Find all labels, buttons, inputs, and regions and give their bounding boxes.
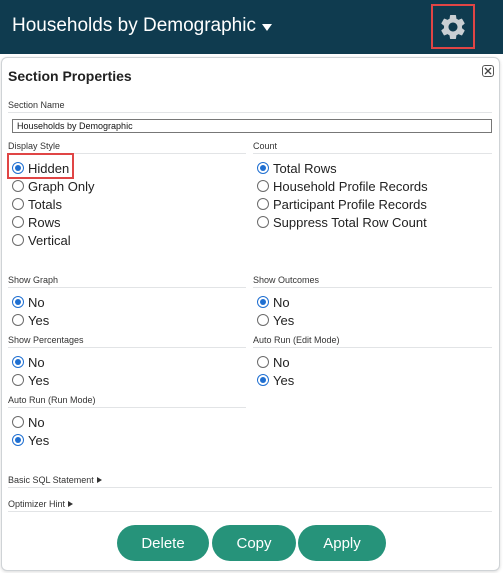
auto-run-run-yes[interactable]: Yes [12, 431, 49, 449]
close-icon [484, 67, 492, 75]
radio[interactable] [12, 234, 24, 246]
auto-run-edit-no[interactable]: No [257, 353, 290, 371]
display-style-label: Display Style [8, 141, 61, 151]
display-style-hidden[interactable]: Hidden [12, 159, 69, 177]
divider [8, 511, 492, 512]
divider [8, 112, 492, 113]
count-label: Count [253, 141, 278, 151]
radio-checked[interactable] [257, 296, 269, 308]
auto-run-run-label: Auto Run (Run Mode) [8, 395, 96, 405]
divider [253, 153, 492, 154]
show-percentages-no[interactable]: No [12, 353, 45, 371]
radio[interactable] [12, 416, 24, 428]
radio[interactable] [257, 314, 269, 326]
radio-checked[interactable] [12, 162, 24, 174]
display-style-totals[interactable]: Totals [12, 195, 62, 213]
radio[interactable] [257, 216, 269, 228]
auto-run-edit-label: Auto Run (Edit Mode) [253, 335, 340, 345]
radio[interactable] [257, 356, 269, 368]
copy-button[interactable]: Copy [212, 525, 296, 561]
triangle-right-icon [68, 501, 74, 507]
radio-checked[interactable] [12, 356, 24, 368]
divider [253, 287, 492, 288]
show-percentages-label: Show Percentages [8, 335, 84, 345]
divider [8, 287, 246, 288]
close-button[interactable] [482, 65, 494, 77]
radio-checked[interactable] [257, 374, 269, 386]
radio-checked[interactable] [12, 434, 24, 446]
display-style-graph-only[interactable]: Graph Only [12, 177, 94, 195]
display-style-rows[interactable]: Rows [12, 213, 61, 231]
section-properties-panel: Section Properties Section Name Display … [1, 57, 500, 571]
count-total-rows[interactable]: Total Rows [257, 159, 337, 177]
divider [8, 347, 246, 348]
show-graph-yes[interactable]: Yes [12, 311, 49, 329]
triangle-right-icon [96, 477, 102, 483]
show-graph-no[interactable]: No [12, 293, 45, 311]
display-style-vertical[interactable]: Vertical [12, 231, 71, 249]
optimizer-hint-toggle[interactable]: Optimizer Hint [8, 499, 74, 509]
panel-title: Section Properties [8, 68, 132, 84]
basic-sql-toggle[interactable]: Basic SQL Statement [8, 475, 102, 485]
radio[interactable] [12, 374, 24, 386]
gear-icon [441, 14, 465, 39]
radio[interactable] [12, 216, 24, 228]
apply-button[interactable]: Apply [298, 525, 386, 561]
radio[interactable] [257, 198, 269, 210]
auto-run-edit-yes[interactable]: Yes [257, 371, 294, 389]
radio-checked[interactable] [12, 296, 24, 308]
settings-gear-button[interactable] [431, 4, 475, 49]
app-header: Households by Demographic [0, 0, 503, 54]
auto-run-run-no[interactable]: No [12, 413, 45, 431]
delete-button[interactable]: Delete [117, 525, 209, 561]
section-name-input[interactable] [12, 119, 492, 133]
divider [8, 407, 246, 408]
divider [8, 487, 492, 488]
show-outcomes-yes[interactable]: Yes [257, 311, 294, 329]
show-outcomes-label: Show Outcomes [253, 275, 320, 285]
header-title: Households by Demographic [12, 15, 256, 36]
show-graph-label: Show Graph [8, 275, 59, 285]
radio-checked[interactable] [257, 162, 269, 174]
caret-down-icon [261, 23, 272, 31]
section-name-label: Section Name [8, 100, 65, 110]
count-participant-profile-records[interactable]: Participant Profile Records [257, 195, 427, 213]
show-outcomes-no[interactable]: No [257, 293, 290, 311]
divider [253, 347, 492, 348]
radio[interactable] [257, 180, 269, 192]
radio[interactable] [12, 198, 24, 210]
radio[interactable] [12, 314, 24, 326]
section-title-dropdown[interactable]: Households by Demographic [12, 14, 272, 38]
radio[interactable] [12, 180, 24, 192]
count-suppress-total-row-count[interactable]: Suppress Total Row Count [257, 213, 427, 231]
count-household-profile-records[interactable]: Household Profile Records [257, 177, 428, 195]
show-percentages-yes[interactable]: Yes [12, 371, 49, 389]
